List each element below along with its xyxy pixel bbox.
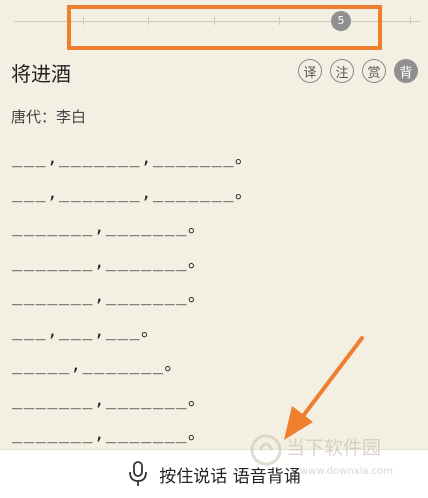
voice-recite-bar[interactable]: 按住说话 语音背诵	[0, 449, 428, 498]
action-buttons: 译 注 赏 背	[298, 59, 418, 83]
annotate-button[interactable]: 注	[330, 59, 354, 83]
poem-line: _______,_______。	[12, 217, 207, 237]
poem-line: _______,_______。	[12, 251, 207, 272]
poem-line: _______,_______。	[12, 389, 207, 410]
poem-author: 唐代：李白	[11, 108, 87, 126]
recite-button[interactable]: 背	[394, 59, 418, 83]
slider-tick	[410, 17, 411, 25]
poem-lines: ___,_______,_______。 ___,_______,_______…	[12, 146, 253, 457]
poem-line: _____,_______。	[12, 355, 184, 375]
appreciate-button[interactable]: 赏	[362, 59, 386, 83]
highlight-box	[67, 5, 382, 50]
microphone-icon	[129, 461, 148, 486]
poem-line: ___,_______,_______。	[12, 182, 254, 203]
voice-recite-label: 按住说话 语音背诵	[159, 466, 301, 487]
poem-title: 将进酒	[11, 62, 71, 86]
poem-line: _______,_______。	[12, 286, 207, 306]
poem-line: ___,_______,_______。	[12, 148, 254, 168]
poem-line: ___,___,___。	[12, 320, 160, 341]
translate-button[interactable]: 译	[298, 59, 322, 83]
